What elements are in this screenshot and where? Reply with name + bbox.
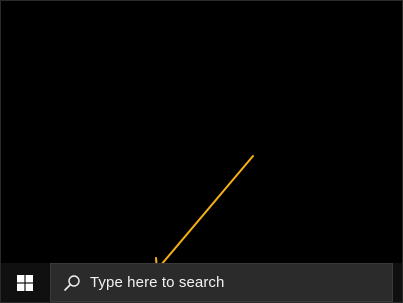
taskbar: Type here to search [1,263,402,302]
taskbar-empty-area [393,263,402,302]
desktop [1,1,402,263]
search-placeholder: Type here to search [90,274,225,291]
windows-logo-icon [17,274,33,291]
search-icon [62,273,82,293]
start-button[interactable] [1,263,49,302]
search-box[interactable]: Type here to search [50,263,393,302]
screen: Type here to search [0,0,403,303]
